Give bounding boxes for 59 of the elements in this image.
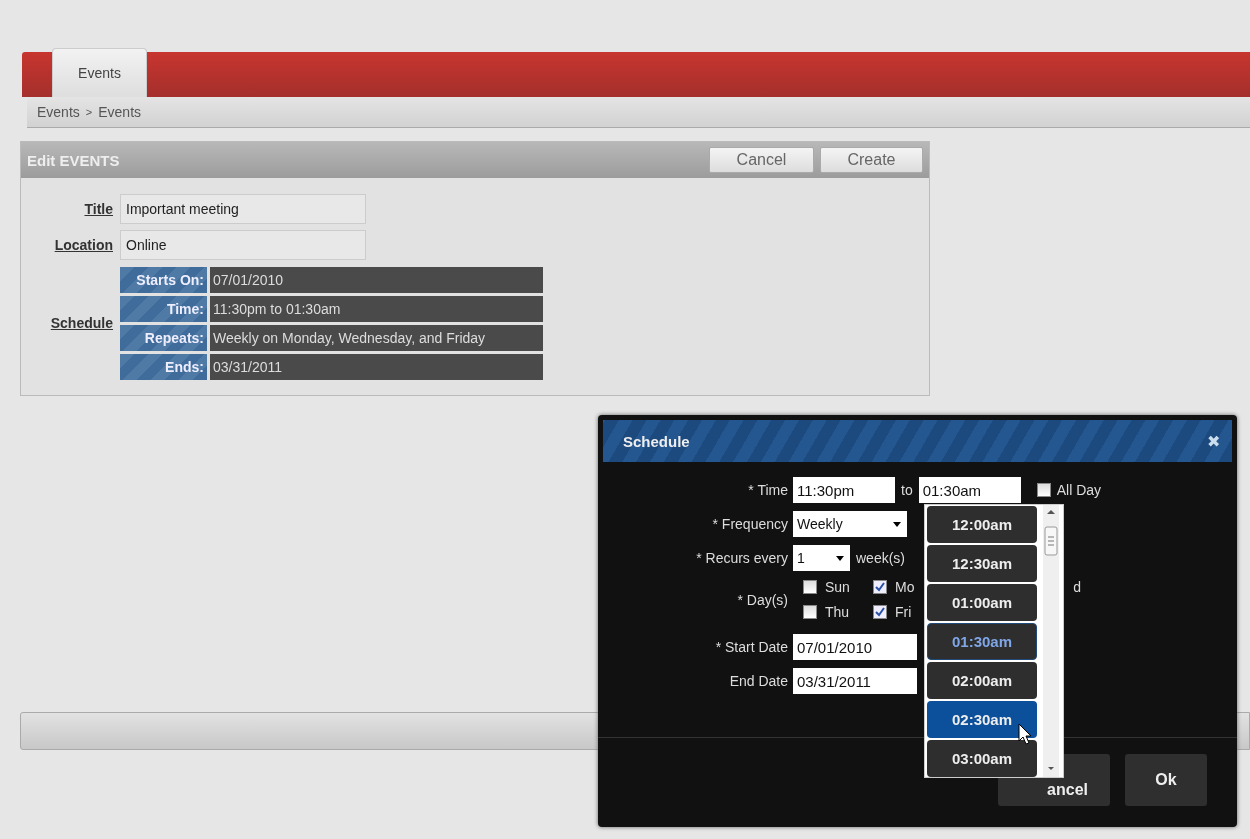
time-field[interactable]: 11:30pm xyxy=(793,477,895,503)
unit-label: week(s) xyxy=(856,550,905,566)
breadcrumb-link[interactable]: Events xyxy=(37,104,80,120)
time-option[interactable]: 12:00am xyxy=(927,506,1037,543)
checkbox[interactable] xyxy=(803,580,817,594)
cursor-icon xyxy=(1018,723,1032,745)
close-button[interactable]: ✖ xyxy=(1203,431,1224,451)
field-label: End Date xyxy=(729,673,788,689)
tab[interactable]: Events xyxy=(52,48,147,97)
day-label: d xyxy=(1073,579,1081,595)
time-option[interactable]: 02:00am xyxy=(927,662,1037,699)
field-label: Title xyxy=(84,201,113,217)
input-field[interactable]: Online xyxy=(120,230,366,260)
time-option[interactable]: 01:30am xyxy=(927,623,1037,660)
caret-icon xyxy=(893,521,901,527)
panel-button[interactable]: Cancel xyxy=(709,147,814,173)
checkbox-label: All Day xyxy=(1056,482,1102,498)
schedule-label: Starts On: xyxy=(120,267,207,293)
time-option[interactable]: 12:30am xyxy=(927,545,1037,582)
field-label: Location xyxy=(54,237,113,253)
field-label: * Recurs every xyxy=(696,550,788,566)
dialog-button[interactable]: Ok xyxy=(1125,754,1207,806)
panel-button[interactable]: Create xyxy=(820,147,923,173)
schedule-value: 07/01/2010 xyxy=(210,267,543,293)
frequency-select[interactable]: Weekly xyxy=(793,511,907,537)
panel-title: Edit EVENTS xyxy=(27,151,121,169)
schedule-label: Time: xyxy=(120,296,207,322)
time-field[interactable]: 01:30am xyxy=(918,477,1021,503)
caret-icon xyxy=(836,555,844,561)
breadcrumb-separator: > xyxy=(85,106,93,118)
schedule-value: Weekly on Monday, Wednesday, and Friday xyxy=(210,325,543,351)
time-option[interactable]: 03:00am xyxy=(927,740,1037,777)
recurs-select[interactable]: 1 xyxy=(793,545,850,571)
field-label: * Frequency xyxy=(712,516,788,532)
field-label: * Start Date xyxy=(715,639,788,655)
field-label: Schedule xyxy=(50,315,113,331)
date-field[interactable]: 03/31/2011 xyxy=(793,668,917,694)
schedule-label: Repeats: xyxy=(120,325,207,351)
time-option[interactable]: 01:00am xyxy=(927,584,1037,621)
day-label: Mo xyxy=(895,579,915,595)
field-label: * Day(s) xyxy=(737,591,788,608)
day-label: Sun xyxy=(825,579,850,595)
time-option[interactable]: 02:30am xyxy=(927,701,1037,738)
dialog-title: Schedule xyxy=(623,432,691,450)
checkbox[interactable] xyxy=(873,605,887,619)
day-label: Thu xyxy=(825,604,850,620)
schedule-label: Ends: xyxy=(120,354,207,380)
checkbox[interactable] xyxy=(1036,483,1051,497)
schedule-value: 11:30pm to 01:30am xyxy=(210,296,543,322)
checkbox[interactable] xyxy=(803,605,817,619)
field-label: * Time xyxy=(748,482,788,498)
day-label: Fri xyxy=(895,604,912,620)
breadcrumb-link[interactable]: Events xyxy=(98,104,142,120)
scrollbar[interactable] xyxy=(1043,505,1059,777)
input-field[interactable]: Important meeting xyxy=(120,194,366,224)
to-label: to xyxy=(901,482,913,498)
checkbox[interactable] xyxy=(873,580,887,594)
schedule-value: 03/31/2011 xyxy=(210,354,543,380)
date-field[interactable]: 07/01/2010 xyxy=(793,634,917,660)
